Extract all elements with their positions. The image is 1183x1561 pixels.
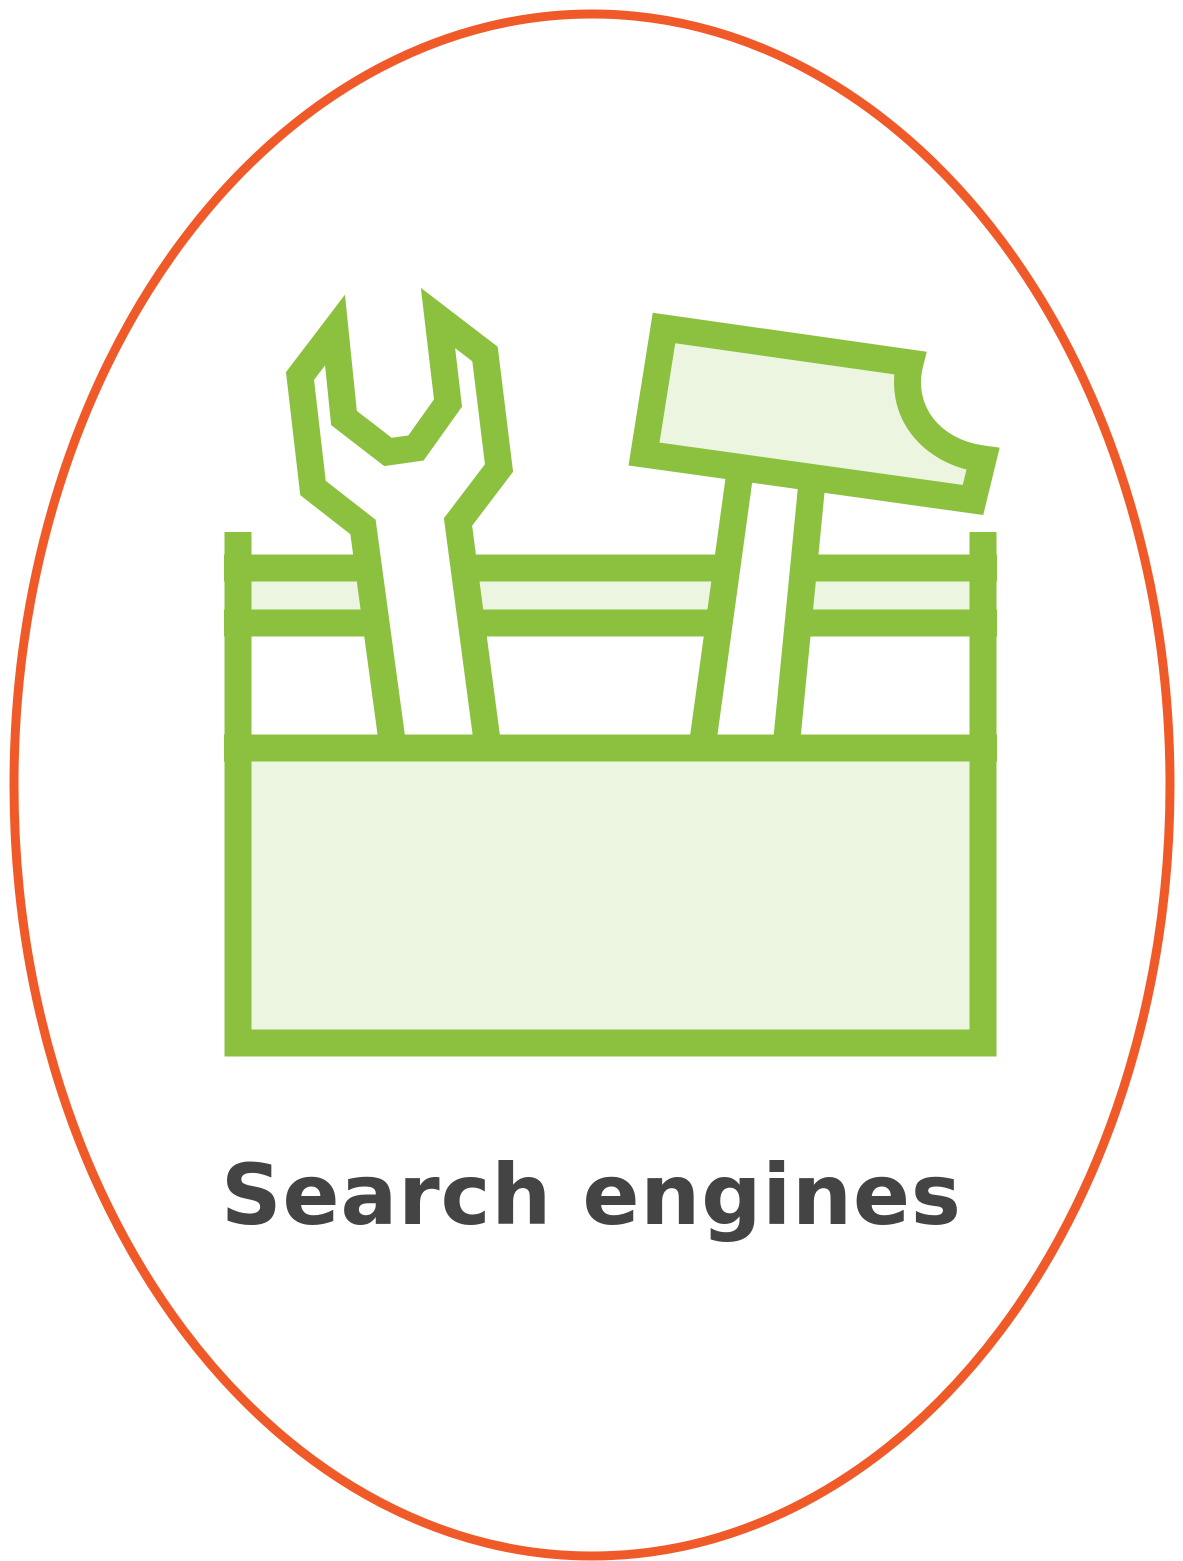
toolbox-icon — [224, 287, 1000, 1057]
card-graphic — [9, 9, 1175, 1561]
search-engines-card: Search engines — [0, 0, 1183, 1561]
caption-text: Search engines — [221, 1146, 962, 1244]
hammer-icon — [628, 312, 1000, 750]
wrench-icon — [285, 287, 514, 762]
toolbox-body — [224, 734, 997, 1057]
